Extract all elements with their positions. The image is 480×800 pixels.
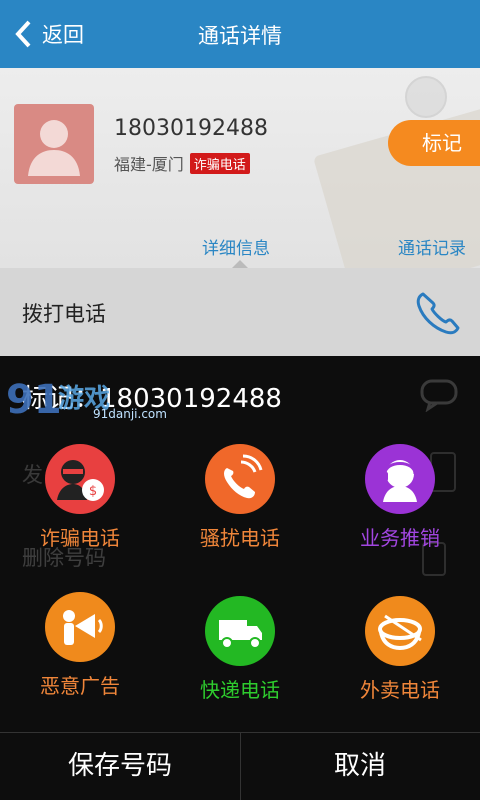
tab-call-log[interactable]: 通话记录 [398,234,466,259]
location-line: 福建-厦门 诈骗电话 [114,151,250,175]
option-harass-label: 骚扰电话 [200,526,280,550]
call-row[interactable]: 拨打电话 [0,268,480,356]
option-fraud-circle: $ [45,444,115,514]
option-sales-label: 业务推销 [360,526,440,550]
option-takeout-circle [365,596,435,666]
megaphone-icon [63,610,103,645]
svg-text:$: $ [89,484,97,499]
tab-detail[interactable]: 详细信息 [202,234,270,259]
contact-number: 18030192488 [114,116,268,141]
option-ads[interactable]: 恶意广告 [20,592,140,702]
contact-location: 福建-厦门 [114,155,184,174]
message-icon [420,379,458,412]
person-icon [28,120,80,176]
phone-icon [416,292,460,335]
title-bar: 返回 通话详情 [0,0,480,70]
watermark-url: 91danji.com [93,407,167,421]
option-ads-circle [45,592,115,662]
option-fraud-label: 诈骗电话 [40,526,120,550]
mark-button[interactable]: 标记 [388,120,480,166]
option-express[interactable]: 快递电话 [180,596,300,706]
option-takeout-label: 外卖电话 [360,678,440,702]
call-label: 拨打电话 [22,302,106,326]
decorative-circle [405,76,447,118]
option-takeout[interactable]: 外卖电话 [340,596,460,706]
bowl-icon [378,614,422,651]
page-title: 通话详情 [198,24,282,48]
option-sales[interactable]: 业务推销 [340,444,460,554]
phone-ring-icon [224,454,263,499]
option-harass-circle [205,444,275,514]
contact-header: 18030192488 福建-厦门 诈骗电话 标记 详细信息 通话记录 [0,68,480,268]
option-ads-label: 恶意广告 [40,674,120,698]
agent-icon [382,460,417,502]
tab-indicator [232,260,248,268]
option-express-label: 快递电话 [200,678,280,702]
option-express-circle [205,596,275,666]
save-number-button[interactable]: 保存号码 [0,732,240,800]
option-sales-circle [365,444,435,514]
option-harass[interactable]: 骚扰电话 [180,444,300,554]
truck-icon [219,620,262,649]
thief-icon: $ [57,460,104,501]
svg-text:91: 91 [6,377,62,421]
avatar [14,104,94,184]
fraud-tag: 诈骗电话 [189,152,250,174]
cancel-button[interactable]: 取消 [240,732,480,800]
option-fraud[interactable]: $ 诈骗电话 [20,444,140,554]
